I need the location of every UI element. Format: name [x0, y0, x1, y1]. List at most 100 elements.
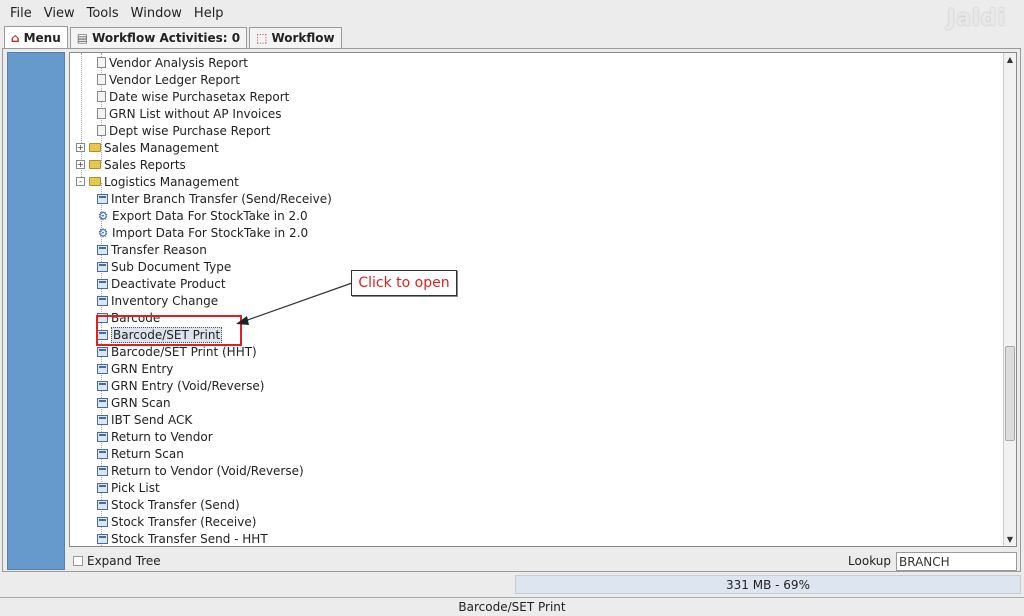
tree-item-label: Sales Reports	[104, 157, 186, 172]
report-doc-icon	[97, 108, 106, 119]
tree-item-label: Return Scan	[111, 446, 184, 461]
tree-item[interactable]: Return to Vendor (Void/Reverse)	[97, 462, 304, 479]
window-form-icon	[97, 482, 108, 493]
side-panel	[7, 52, 65, 570]
app-logo: Jaldi	[947, 6, 1006, 31]
window-form-icon	[97, 414, 108, 425]
tree-item-label: Stock Transfer (Receive)	[111, 514, 257, 529]
click-to-open-callout: Click to open	[351, 270, 457, 296]
tree-item-label: Transfer Reason	[111, 242, 207, 257]
tab-menu[interactable]: ⌂ Menu	[4, 26, 68, 48]
scroll-down-arrow-icon[interactable]: ▼	[1004, 533, 1016, 546]
tree-item-label: GRN Entry (Void/Reverse)	[111, 378, 265, 393]
window-form-icon	[97, 295, 108, 306]
window-form-icon	[97, 397, 108, 408]
window-form-icon	[97, 380, 108, 391]
vertical-scrollbar[interactable]: ▲ ▼	[1003, 53, 1016, 546]
tree-item[interactable]: Stock Transfer Send - HHT	[97, 530, 268, 546]
folder-icon	[89, 143, 101, 152]
window-form-icon	[97, 346, 108, 357]
tree-item[interactable]: GRN List without AP Invoices	[97, 105, 282, 122]
tree-options-bar: Expand Tree Lookup	[69, 551, 1017, 571]
tree-item-label: Date wise Purchasetax Report	[109, 89, 290, 104]
report-doc-icon	[97, 57, 106, 68]
tree-item[interactable]: Return to Vendor	[97, 428, 213, 445]
tree-item[interactable]: GRN Entry	[97, 360, 173, 377]
tree-item[interactable]: Vendor Analysis Report	[97, 54, 248, 71]
tree-item-label: Import Data For StockTake in 2.0	[112, 225, 309, 240]
list-icon: ▤	[76, 31, 89, 45]
window-form-icon	[97, 516, 108, 527]
tree-item-label: Inter Branch Transfer (Send/Receive)	[111, 191, 332, 206]
window-form-icon	[97, 363, 108, 374]
tab-strip: ⌂ Menu ▤ Workflow Activities: 0 ⬚ Workfl…	[4, 26, 344, 48]
tree-item-label: Logistics Management	[104, 174, 239, 189]
menu-tools[interactable]: Tools	[85, 4, 121, 23]
tree-item[interactable]: + Sales Management	[76, 139, 219, 156]
tree-item[interactable]: Return Scan	[97, 445, 184, 462]
window-form-icon	[97, 448, 108, 459]
menu-view[interactable]: View	[42, 4, 77, 23]
tree-item-label: Inventory Change	[111, 293, 219, 308]
tree-item[interactable]: IBT Send ACK	[97, 411, 192, 428]
tree-item[interactable]: - Logistics Management	[76, 173, 239, 190]
tree-item[interactable]: Inter Branch Transfer (Send/Receive)	[97, 190, 332, 207]
tree-item[interactable]: GRN Scan	[97, 394, 171, 411]
tree-item-label: Sales Management	[104, 140, 219, 155]
tree-item-label: IBT Send ACK	[111, 412, 193, 427]
tree-item-label: Return to Vendor	[111, 429, 213, 444]
tree-item[interactable]: Stock Transfer (Send)	[97, 496, 240, 513]
tree-item[interactable]: ⚙ Export Data For StockTake in 2.0	[97, 207, 308, 224]
tree-item-label: GRN Entry	[111, 361, 174, 376]
tree-item[interactable]: + Sales Reports	[76, 156, 186, 173]
memory-usage-bar: 331 MB - 69%	[515, 575, 1021, 594]
tree-item-label: Export Data For StockTake in 2.0	[112, 208, 308, 223]
menu-help[interactable]: Help	[192, 4, 226, 23]
process-gear-icon: ⚙	[97, 225, 109, 240]
expand-plus-icon[interactable]: +	[76, 143, 85, 152]
tree-item-label: Pick List	[111, 480, 160, 495]
tree-item-label: Return to Vendor (Void/Reverse)	[111, 463, 304, 478]
expand-tree-checkbox[interactable]	[73, 556, 83, 566]
scroll-up-arrow-icon[interactable]: ▲	[1004, 53, 1016, 66]
tree-item-label: Deactivate Product	[111, 276, 226, 291]
lookup-input[interactable]	[896, 552, 1017, 571]
collapse-minus-icon[interactable]: -	[76, 177, 85, 186]
window-form-icon	[97, 431, 108, 442]
tree-item[interactable]: Transfer Reason	[97, 241, 207, 258]
tab-workflow[interactable]: ⬚ Workflow	[249, 27, 342, 48]
tree-item[interactable]: ⚙ Import Data For StockTake in 2.0	[97, 224, 309, 241]
tree-item[interactable]: Deactivate Product	[97, 275, 226, 292]
window-form-icon	[97, 499, 108, 510]
tree-item-label: GRN Scan	[111, 395, 171, 410]
status-bar: Barcode/SET Print	[0, 597, 1024, 616]
tree-item[interactable]: Vendor Ledger Report	[97, 71, 240, 88]
window-form-icon	[97, 465, 108, 476]
tab-workflow-label: Workflow	[271, 31, 335, 45]
tree-item-label: GRN List without AP Invoices	[109, 106, 282, 121]
tree-item[interactable]: Sub Document Type	[97, 258, 231, 275]
tab-menu-label: Menu	[23, 30, 61, 45]
tree-item[interactable]: Dept wise Purchase Report	[97, 122, 270, 139]
tree-item-label: Vendor Ledger Report	[109, 72, 240, 87]
menu-tree[interactable]: Vendor Analysis Report Vendor Ledger Repo…	[69, 52, 1017, 547]
report-doc-icon	[97, 91, 106, 102]
tree-item-label: Barcode/SET Print (HHT)	[111, 344, 257, 359]
tree-item[interactable]: GRN Entry (Void/Reverse)	[97, 377, 264, 394]
menu-file[interactable]: File	[8, 4, 34, 23]
home-icon: ⌂	[11, 30, 20, 45]
menu-window[interactable]: Window	[129, 4, 184, 23]
tree-item[interactable]: Pick List	[97, 479, 160, 496]
tree-item[interactable]: Inventory Change	[97, 292, 218, 309]
main-frame: Vendor Analysis Report Vendor Ledger Repo…	[2, 48, 1021, 572]
tree-item[interactable]: Date wise Purchasetax Report	[97, 88, 289, 105]
tree-item-label: Stock Transfer (Send)	[111, 497, 240, 512]
window-form-icon	[97, 193, 108, 204]
tab-workflow-activities[interactable]: ▤ Workflow Activities: 0	[69, 27, 248, 48]
tree-item[interactable]: Stock Transfer (Receive)	[97, 513, 256, 530]
report-doc-icon	[97, 74, 106, 85]
expand-plus-icon[interactable]: +	[76, 160, 85, 169]
scroll-thumb[interactable]	[1005, 346, 1015, 441]
expand-tree-label: Expand Tree	[87, 554, 161, 568]
folder-icon	[89, 160, 101, 169]
